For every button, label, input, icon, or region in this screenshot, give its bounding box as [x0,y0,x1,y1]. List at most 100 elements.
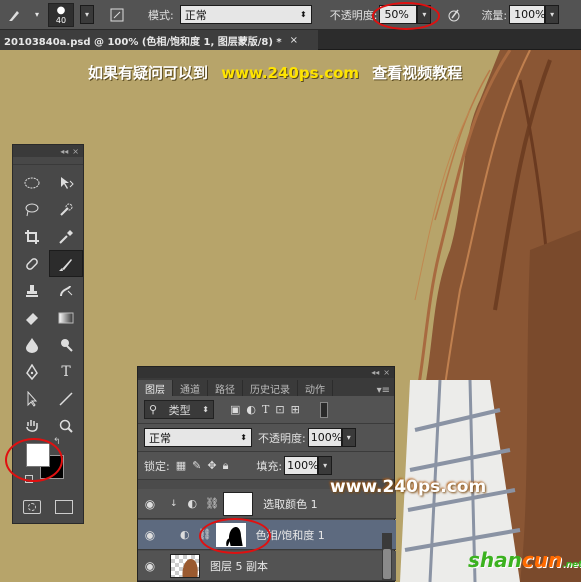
site-watermark: www.240ps.com [330,477,487,497]
brush-preset-dropdown[interactable]: ▾ [80,5,94,24]
layer-opacity-value: 100% [310,431,343,444]
brush-panel-toggle-icon[interactable] [106,4,128,26]
tab-paths[interactable]: 路径 [208,380,243,396]
pressure-opacity-icon[interactable] [443,4,465,26]
pen-tool-icon[interactable] [15,358,49,385]
brush-preset-picker[interactable]: ● 40 [48,2,74,27]
line-tool-icon[interactable] [49,385,83,412]
chevron-down-icon: ⬍ [202,405,209,414]
flow-slider-button[interactable]: ▾ [545,5,560,24]
quick-selection-tool-icon[interactable] [49,196,83,223]
filter-type-icon[interactable]: T [262,403,269,416]
tab-actions[interactable]: 动作 [298,380,333,396]
opacity-highlight-ring [372,2,440,30]
search-icon: ⚲ [149,403,158,416]
eye-icon[interactable]: ◉ [138,559,162,573]
layer-filter-row: ⚲ 类型 ⬍ ▣ ◐ T ⊡ ⊞ [138,396,394,424]
document-tab-bar: 20103840a.psd @ 100% (色相/饱和度 1, 图层蒙版/8) … [0,30,581,50]
adjustment-layer-icon: ◐ [187,497,198,510]
lock-image-icon[interactable]: ✎ [192,459,201,472]
link-icon[interactable]: ⛓︎ [205,497,219,510]
filter-shape-icon[interactable]: ⊡ [275,403,284,416]
mode-select[interactable]: 正常 ⬍ [179,5,312,24]
close-icon[interactable]: × [72,147,79,156]
layers-panel-header: ◂◂ × [138,367,394,378]
path-selection-tool-icon[interactable] [15,385,49,412]
scrollbar-thumb[interactable] [383,549,391,579]
brush-tool-icon[interactable] [4,4,26,26]
layer-mask-thumbnail[interactable] [223,491,254,516]
brand-part-1: shan [468,548,522,572]
options-bar: ▾ ● 40 ▾ 模式: 正常 ⬍ 不透明度: 50% ▾ 流量: 100% ▾ [0,0,581,30]
elliptical-marquee-tool-icon[interactable] [15,169,49,196]
layers-scrollbar[interactable] [382,533,392,581]
lock-all-icon[interactable]: 🔒︎ [223,459,229,473]
tab-layers[interactable]: 图层 [138,380,173,396]
layer-name: 选取颜色 1 [263,497,318,511]
eye-icon[interactable]: ◉ [138,528,162,542]
layer-opacity-input[interactable]: 100% [307,428,343,447]
flow-label: 流量: [481,8,508,22]
document-tab[interactable]: 20103840a.psd @ 100% (色相/饱和度 1, 图层蒙版/8) … [0,30,318,50]
adjustment-layer-icon: ◐ [180,528,190,541]
fill-label: 填充: [256,459,283,473]
swatch-highlight-ring [5,438,63,482]
tab-history[interactable]: 历史记录 [243,380,298,396]
screen-mode-icon[interactable] [55,500,73,514]
collapse-icon[interactable]: ◂◂ [60,147,68,156]
fill-slider[interactable]: ▾ [318,456,333,475]
move-tool-icon[interactable] [49,169,83,196]
clone-stamp-tool-icon[interactable] [15,277,49,304]
brand-suffix: .net [562,560,581,570]
dodge-tool-icon[interactable] [49,331,83,358]
brush-tool-icon[interactable] [49,250,83,277]
eye-icon[interactable]: ◉ [138,497,162,511]
chevron-down-icon: ⬍ [240,433,247,442]
layer-opacity-label: 不透明度: [258,431,306,445]
collapse-icon[interactable]: ◂◂ [371,368,379,377]
layer-opacity-slider[interactable]: ▾ [341,428,356,447]
gradient-tool-icon[interactable] [49,304,83,331]
eyedropper-tool-icon[interactable] [49,223,83,250]
brand-part-2: cun [521,548,563,572]
fill-input[interactable]: 100% [284,456,319,475]
document-tab-title: 20103840a.psd @ 100% (色相/饱和度 1, 图层蒙版/8) … [4,36,282,48]
quick-mask-icon[interactable] [23,500,41,514]
layer-row[interactable]: ◉ 图层 5 副本 [138,551,396,581]
filter-smart-object-icon[interactable]: ⊞ [291,403,300,416]
close-icon[interactable]: × [290,35,298,46]
lasso-tool-icon[interactable] [15,196,49,223]
layer-thumbnail[interactable] [170,553,200,578]
healing-brush-tool-icon[interactable] [15,250,49,277]
tab-channels[interactable]: 通道 [173,380,208,396]
tools-panel-header: ◂◂ × [13,145,83,157]
blend-mode-select[interactable]: 正常 ⬍ [144,428,252,447]
panel-menu-icon[interactable]: ▾≡ [377,385,394,396]
mode-label: 模式: [148,8,174,22]
type-tool-icon[interactable]: T [49,358,83,385]
blend-row: 正常 ⬍ 不透明度: 100% ▾ [138,424,394,452]
filter-pixel-icon[interactable]: ▣ [230,403,240,416]
filter-adjustment-icon[interactable]: ◐ [246,403,256,416]
promo-text-1: 如果有疑问可以到 [88,64,209,82]
blend-mode-value: 正常 [149,431,171,445]
layer-filter-value: 类型 [168,403,191,417]
lock-position-icon[interactable]: ✥ [207,459,216,472]
eraser-tool-icon[interactable] [15,304,49,331]
hand-tool-icon[interactable] [15,412,49,439]
chevron-down-icon[interactable]: ▾ [32,4,42,26]
layer-name: 图层 5 副本 [210,559,268,573]
panel-grip[interactable] [13,157,83,165]
flow-input[interactable]: 100% [509,5,546,24]
crop-tool-icon[interactable] [15,223,49,250]
flow-value: 100% [514,8,546,21]
close-icon[interactable]: × [383,368,390,377]
layers-panel: ◂◂ × 图层 通道 路径 历史记录 动作 ▾≡ ⚲ 类型 ⬍ ▣ ◐ T ⊡ … [137,366,396,582]
layer-filter-select[interactable]: ⚲ 类型 ⬍ [144,400,214,419]
blur-tool-icon[interactable] [15,331,49,358]
lock-transparent-icon[interactable]: ▦ [176,459,186,472]
zoom-tool-icon[interactable] [49,412,83,439]
filter-toggle[interactable] [319,401,328,418]
opacity-label: 不透明度: [329,8,378,22]
history-brush-tool-icon[interactable] [49,277,83,304]
